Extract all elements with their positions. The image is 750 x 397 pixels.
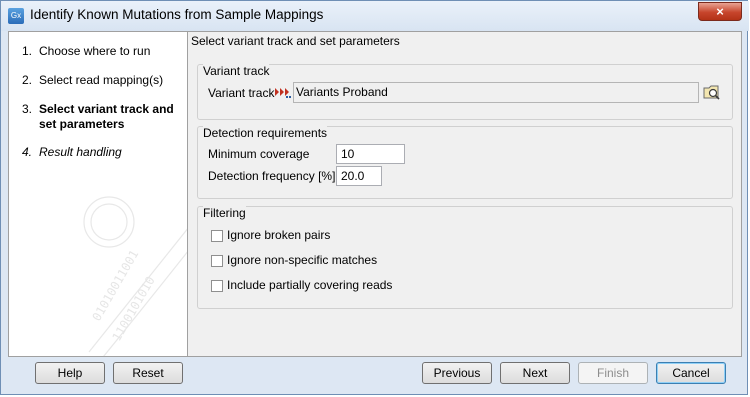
ignore-broken-pairs-label[interactable]: Ignore broken pairs: [227, 228, 330, 242]
close-button[interactable]: ×: [698, 2, 742, 21]
ignore-non-specific-checkbox[interactable]: [211, 255, 223, 267]
close-icon: ×: [716, 4, 724, 19]
step-label: Select variant track and set parameters: [39, 102, 174, 131]
reset-button[interactable]: Reset: [113, 362, 183, 384]
variant-track-icon: [275, 88, 291, 98]
cancel-button[interactable]: Cancel: [656, 362, 726, 384]
app-icon: Gx: [8, 8, 24, 24]
variant-track-field[interactable]: Variants Proband: [293, 82, 699, 103]
include-partial-reads-checkbox[interactable]: [211, 280, 223, 292]
page-title: Select variant track and set parameters: [191, 34, 400, 48]
step-label: Choose where to run: [39, 44, 151, 58]
min-coverage-input[interactable]: 10: [336, 144, 405, 164]
step-label: Select read mapping(s): [39, 73, 164, 87]
group-title: Detection requirements: [203, 126, 328, 140]
ignore-non-specific-label[interactable]: Ignore non-specific matches: [227, 253, 377, 267]
group-title: Filtering: [203, 206, 246, 220]
finish-button[interactable]: Finish: [578, 362, 648, 384]
next-button[interactable]: Next: [500, 362, 570, 384]
variant-track-group: Variant track Variant track Variants Pro…: [197, 64, 733, 120]
detection-frequency-input[interactable]: 20.0: [336, 166, 382, 186]
help-button[interactable]: Help: [35, 362, 105, 384]
watermark-graphic: 01010011001 1100101010: [83, 196, 187, 356]
include-partial-reads-label[interactable]: Include partially covering reads: [227, 278, 392, 292]
group-title: Variant track: [203, 64, 270, 78]
window-title: Identify Known Mutations from Sample Map…: [30, 7, 324, 22]
min-coverage-label: Minimum coverage: [208, 147, 310, 161]
variant-track-label: Variant track: [208, 86, 275, 100]
step-label: Result handling: [39, 145, 122, 159]
button-bar: Help Reset Previous Next Finish Cancel: [1, 357, 749, 395]
content-panel: Select variant track and set parameters …: [191, 32, 741, 356]
filtering-group: Filtering Ignore broken pairs Ignore non…: [197, 206, 733, 309]
wizard-steps-panel: 01010011001 1100101010 1. Choose where t…: [9, 32, 188, 356]
ignore-broken-pairs-checkbox[interactable]: [211, 230, 223, 242]
detection-frequency-label: Detection frequency [%]: [208, 169, 336, 183]
browse-folder-icon[interactable]: [703, 83, 721, 101]
dialog-body: 01010011001 1100101010 1. Choose where t…: [8, 31, 742, 357]
dialog-window: Gx Identify Known Mutations from Sample …: [0, 0, 749, 395]
title-bar[interactable]: Gx Identify Known Mutations from Sample …: [1, 1, 749, 31]
detection-requirements-group: Detection requirements Minimum coverage …: [197, 126, 733, 199]
previous-button[interactable]: Previous: [422, 362, 492, 384]
